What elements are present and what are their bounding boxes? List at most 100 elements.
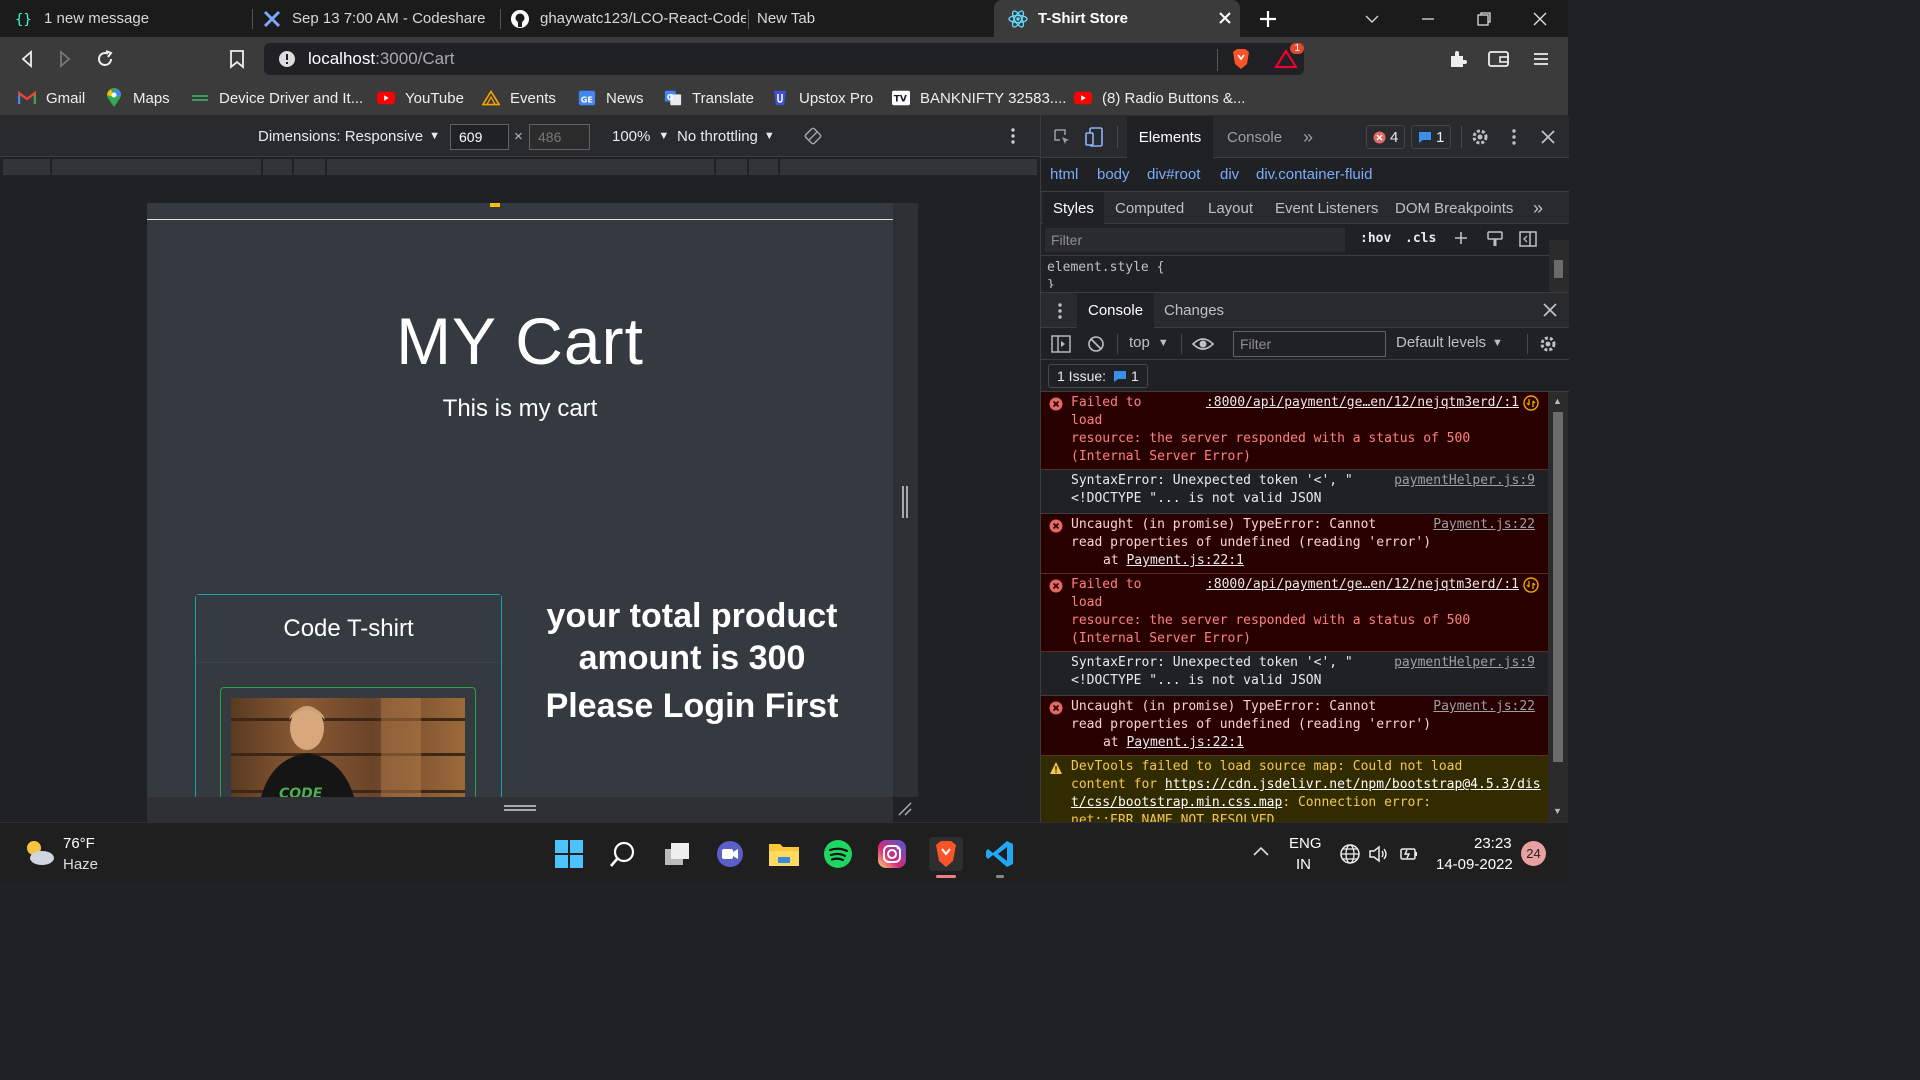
clear-console-icon[interactable]: [1087, 335, 1105, 353]
tab-codeshare[interactable]: Sep 13 7:00 AM - Codeshare: [248, 0, 498, 37]
stack-link[interactable]: Payment.js:22:1: [1126, 553, 1243, 568]
console-error-message[interactable]: Uncaught (in promise) TypeError: Cannot …: [1041, 696, 1549, 756]
tab-elements[interactable]: Elements: [1127, 116, 1213, 158]
console-error-message[interactable]: Failed to load resource: the server resp…: [1041, 574, 1549, 652]
device-toggle-icon[interactable]: [1085, 116, 1105, 158]
reload-button[interactable]: [90, 44, 120, 74]
search-icon[interactable]: [606, 837, 640, 871]
tab-computed[interactable]: Computed: [1115, 192, 1184, 224]
chevron-down-icon[interactable]: [1344, 0, 1400, 37]
restore-button[interactable]: [1456, 0, 1512, 37]
zoom-dropdown[interactable]: 100% ▼: [612, 116, 669, 156]
media-query-segment[interactable]: [749, 159, 779, 175]
close-drawer-icon[interactable]: [1543, 303, 1557, 317]
width-input[interactable]: 609: [450, 124, 509, 150]
media-query-segment[interactable]: [780, 159, 1038, 175]
height-input[interactable]: 486: [529, 124, 590, 150]
weather-icon[interactable]: [22, 837, 56, 867]
language-indicator[interactable]: ENG: [1289, 835, 1322, 852]
styles-filter-input[interactable]: Filter: [1045, 228, 1345, 252]
file-explorer-icon[interactable]: [767, 837, 801, 871]
network-globe-icon[interactable]: [1339, 843, 1361, 865]
issues-button[interactable]: 1 Issue: 1: [1048, 364, 1148, 388]
drawer-tab-console[interactable]: Console: [1077, 293, 1155, 328]
new-rule-icon[interactable]: [1453, 230, 1469, 246]
breadcrumb-div[interactable]: div: [1220, 166, 1239, 183]
console-log-message[interactable]: SyntaxError: Unexpected token '<', " <!D…: [1041, 652, 1549, 696]
clock-date[interactable]: 14-09-2022: [1436, 856, 1513, 873]
close-tab-icon[interactable]: [1216, 9, 1234, 27]
site-info-icon[interactable]: [278, 50, 296, 68]
tab-dom-breakpoints[interactable]: DOM Breakpoints: [1395, 192, 1513, 224]
styles-scrollbar[interactable]: [1549, 240, 1569, 292]
tab-messages[interactable]: {} 1 new message: [0, 0, 250, 37]
teams-chat-icon[interactable]: [713, 837, 747, 871]
scroll-down-icon[interactable]: ▼: [1553, 806, 1562, 816]
media-query-segment[interactable]: [263, 159, 293, 175]
bookmark-banknifty[interactable]: TV BANKNIFTY 32583....: [892, 81, 1066, 115]
console-scrollbar[interactable]: ▲ ▼: [1548, 392, 1568, 822]
bookmark-news[interactable]: GE News: [578, 81, 644, 115]
console-scrollbar-thumb[interactable]: [1553, 412, 1563, 762]
drawer-menu-icon[interactable]: [1057, 302, 1063, 320]
address-bar[interactable]: localhost:3000/Cart: [264, 43, 1304, 75]
bookmark-icon[interactable]: [222, 44, 252, 74]
media-query-segment[interactable]: [327, 159, 715, 175]
media-query-segment[interactable]: [3, 159, 51, 175]
element-style-selector[interactable]: element.style {: [1047, 260, 1164, 275]
tab-console[interactable]: Console: [1227, 116, 1282, 158]
tab-new-tab[interactable]: New Tab: [744, 0, 994, 37]
resize-handle-icon[interactable]: [902, 486, 908, 518]
more-tabs-icon[interactable]: »: [1303, 116, 1313, 158]
toggle-sidebar-icon[interactable]: [1519, 230, 1537, 248]
console-error-message[interactable]: Uncaught (in promise) TypeError: Cannot …: [1041, 514, 1549, 574]
console-warning-message[interactable]: DevTools failed to load source map: Coul…: [1041, 756, 1549, 822]
battery-icon[interactable]: [1398, 843, 1420, 865]
minimize-button[interactable]: [1400, 0, 1456, 37]
tray-overflow-icon[interactable]: [1252, 845, 1270, 857]
context-selector[interactable]: top ▼: [1129, 334, 1169, 351]
tab-github[interactable]: ghaywatc123/LCO-React-Code: [496, 0, 746, 37]
network-request-icon[interactable]: [1523, 395, 1539, 411]
scroll-up-icon[interactable]: ▲: [1553, 396, 1562, 406]
back-button[interactable]: [12, 44, 42, 74]
breadcrumb-container[interactable]: div.container-fluid: [1256, 166, 1372, 183]
dimensions-dropdown[interactable]: Dimensions: Responsive ▼: [258, 116, 440, 156]
live-expression-eye-icon[interactable]: [1192, 336, 1214, 352]
message-source-link[interactable]: paymentHelper.js:9: [1394, 654, 1535, 672]
error-counter[interactable]: 4: [1366, 125, 1406, 149]
message-source-link[interactable]: :8000/api/payment/ge…en/12/nejqtm3erd/:1: [1206, 394, 1519, 412]
bookmark-youtube[interactable]: YouTube: [377, 81, 464, 115]
brave-browser-icon[interactable]: [929, 837, 963, 871]
nav-link-fragment[interactable]: [490, 203, 500, 207]
tab-tshirt-store[interactable]: T-Shirt Store: [994, 0, 1240, 37]
more-options-icon[interactable]: [1010, 116, 1016, 156]
extensions-icon[interactable]: [1443, 44, 1473, 74]
tab-layout[interactable]: Layout: [1208, 192, 1253, 224]
log-levels-dropdown[interactable]: Default levels ▼: [1396, 334, 1503, 351]
close-window-button[interactable]: [1512, 0, 1568, 37]
inspect-icon[interactable]: [1053, 116, 1071, 158]
message-source-link[interactable]: paymentHelper.js:9: [1394, 472, 1535, 490]
rotate-icon[interactable]: [804, 116, 822, 156]
forward-button[interactable]: [50, 44, 80, 74]
issues-counter[interactable]: 1: [1411, 125, 1452, 149]
breadcrumb-body[interactable]: body: [1097, 166, 1130, 183]
network-request-icon[interactable]: [1523, 577, 1539, 593]
close-devtools-icon[interactable]: [1541, 116, 1555, 158]
message-source-link[interactable]: Payment.js:22: [1433, 516, 1535, 534]
paint-brush-icon[interactable]: [1486, 230, 1504, 248]
corner-resize-icon[interactable]: [897, 801, 913, 817]
menu-icon[interactable]: [1526, 44, 1556, 74]
bookmark-radio-buttons[interactable]: (8) Radio Buttons &...: [1074, 81, 1245, 115]
volume-icon[interactable]: [1368, 843, 1390, 865]
bookmark-gmail[interactable]: Gmail: [18, 81, 85, 115]
devtools-menu-icon[interactable]: [1511, 116, 1517, 158]
notification-badge[interactable]: 24: [1521, 841, 1546, 866]
tab-styles[interactable]: Styles: [1043, 192, 1104, 224]
drawer-tab-changes[interactable]: Changes: [1164, 293, 1224, 328]
cls-toggle[interactable]: .cls: [1405, 231, 1436, 246]
bottom-resize-handle-icon[interactable]: [504, 805, 536, 811]
media-query-segment[interactable]: [716, 159, 748, 175]
hov-toggle[interactable]: :hov: [1360, 231, 1391, 246]
